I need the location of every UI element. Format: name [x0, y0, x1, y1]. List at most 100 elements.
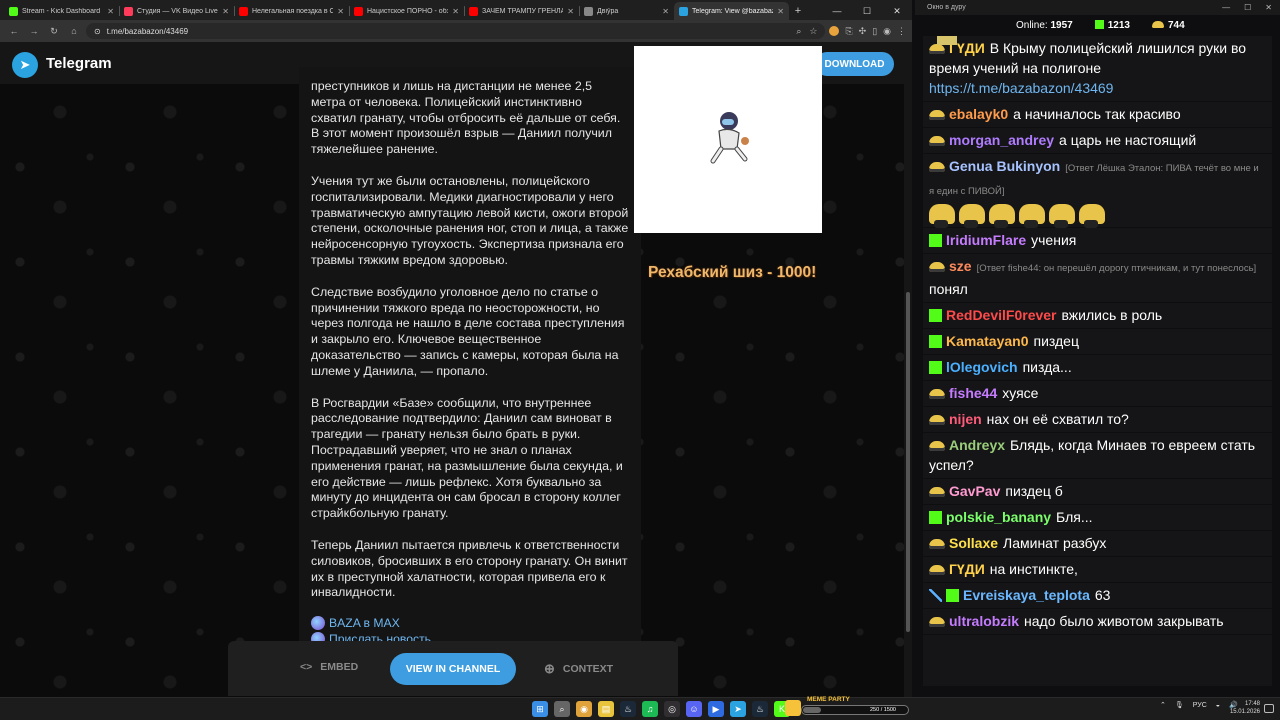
- browser-window: Stream - Kick Dashboard ✕ Студия — VK Виде…: [0, 0, 912, 697]
- banana-badge-icon: [929, 262, 945, 272]
- new-tab-button[interactable]: +: [789, 2, 807, 20]
- browser-tab[interactable]: Нацистское ПОРНО - обзор... ✕: [349, 2, 464, 20]
- chat-username[interactable]: ultralobzik: [949, 613, 1019, 629]
- obs-taskbar-icon[interactable]: ◎: [664, 701, 680, 717]
- chat-username[interactable]: GavPav: [949, 483, 1000, 499]
- chat-username[interactable]: lOlegovich: [946, 359, 1018, 375]
- running-character-sticker: [710, 111, 749, 163]
- reload-icon[interactable]: ↻: [46, 26, 62, 37]
- close-tab-icon[interactable]: ✕: [777, 7, 784, 16]
- browser-tab[interactable]: Telegram: View @bazabazon ✕: [674, 2, 789, 20]
- site-info-icon[interactable]: ⊙: [94, 27, 101, 36]
- kick-badge-icon: [929, 309, 942, 322]
- close-tab-icon[interactable]: ✕: [222, 7, 229, 16]
- embed-button[interactable]: <> EMBED: [300, 661, 358, 673]
- browser-tab[interactable]: Stream - Kick Dashboard ✕: [4, 2, 119, 20]
- home-icon[interactable]: ⌂: [66, 26, 82, 36]
- bookmark-star-icon[interactable]: ☆: [809, 26, 817, 37]
- chat-username[interactable]: IridiumFlare: [946, 232, 1026, 248]
- tab-favicon-icon: [584, 6, 593, 16]
- close-tab-icon[interactable]: ✕: [662, 7, 669, 16]
- chat-username[interactable]: Genua Bukinyon: [949, 158, 1060, 174]
- close-tab-icon[interactable]: ✕: [107, 7, 114, 16]
- chat-username[interactable]: sze: [949, 258, 972, 274]
- meme-party-count: 250 / 1500: [870, 707, 896, 713]
- chat-username[interactable]: ГҮДИ: [949, 561, 985, 577]
- partial-emote: [937, 36, 957, 45]
- forward-icon[interactable]: →: [26, 26, 42, 36]
- chrome-taskbar-icon[interactable]: ◉: [576, 701, 592, 717]
- maximize-button[interactable]: ☐: [852, 2, 882, 20]
- telegram-taskbar-icon[interactable]: ➤: [730, 701, 746, 717]
- menu-dots-icon[interactable]: ⋮: [897, 26, 906, 37]
- close-window-button[interactable]: ✕: [882, 2, 912, 20]
- chat-username[interactable]: nijen: [949, 411, 982, 427]
- chat-link[interactable]: https://t.me/bazabazon/43469: [929, 78, 1266, 98]
- banana-badge-icon: [929, 487, 945, 497]
- chat-username[interactable]: ebalayk0: [949, 106, 1008, 122]
- close-tab-icon[interactable]: ✕: [452, 7, 459, 16]
- reward-overlay-text: Рехабский шиз - 1000!: [648, 264, 817, 281]
- share-icon[interactable]: ⎘: [845, 26, 852, 37]
- player-taskbar-icon[interactable]: ▶: [708, 701, 724, 717]
- chat-username[interactable]: polskie_banany: [946, 509, 1051, 525]
- microphone-icon[interactable]: 🎙: [1175, 701, 1184, 709]
- close-tab-icon[interactable]: ✕: [567, 7, 574, 16]
- steam-2-taskbar-icon[interactable]: ♨: [752, 701, 768, 717]
- page-scrollbar[interactable]: [904, 42, 912, 697]
- browser-tab[interactable]: Студия — VK Видео Live ✕: [119, 2, 234, 20]
- minimize-button[interactable]: —: [822, 2, 852, 20]
- telegram-brand[interactable]: Telegram: [46, 55, 112, 72]
- banana-badge-icon: [929, 565, 945, 575]
- close-tab-icon[interactable]: ✕: [337, 7, 344, 16]
- chat-username[interactable]: Evreiskaya_teplota: [963, 587, 1090, 603]
- back-icon[interactable]: ←: [6, 26, 22, 36]
- chat-username[interactable]: RedDevilF0rever: [946, 307, 1057, 323]
- discord-taskbar-icon[interactable]: ☺: [686, 701, 702, 717]
- baza-max-link[interactable]: BAZA в MAX: [311, 615, 629, 631]
- tab-favicon-icon: [679, 6, 688, 16]
- code-icon: <>: [300, 661, 313, 673]
- vk-viewers: 744: [1151, 20, 1185, 31]
- maximize-button[interactable]: ☐: [1244, 3, 1251, 12]
- context-button[interactable]: ⊕ CONTEXT: [544, 661, 613, 677]
- browser-tab[interactable]: ЗАЧЕМ ТРАМПУ ГРЕНЛАНДИ...✕: [464, 2, 579, 20]
- network-icon[interactable]: ◒: [1216, 702, 1220, 709]
- chat-username[interactable]: Sollaxe: [949, 535, 998, 551]
- url-field[interactable]: ⊙ t.me/bazabazon/43469 ⌕ ☆: [86, 23, 826, 39]
- clock[interactable]: 17:48 15.01.2026: [1224, 700, 1260, 716]
- notification-icon[interactable]: [1264, 704, 1274, 713]
- extension-icon[interactable]: [829, 26, 840, 36]
- screen: { "browser": { "tabs": [ {"title": "Stre…: [0, 0, 1280, 720]
- banana-emote: [1079, 204, 1105, 228]
- view-in-channel-button[interactable]: VIEW IN CHANNEL: [390, 653, 516, 685]
- spotify-taskbar-icon[interactable]: ♫: [642, 701, 658, 717]
- profile-icon[interactable]: ◉: [883, 26, 891, 37]
- tab-favicon-icon: [124, 6, 133, 16]
- windows-taskbar-icon[interactable]: ⊞: [532, 701, 548, 717]
- chevron-up-icon[interactable]: ⌃: [1160, 701, 1166, 709]
- chat-stats: Online: 1957 1213 744: [915, 15, 1280, 35]
- close-button[interactable]: ✕: [1265, 3, 1272, 12]
- sidepanel-icon[interactable]: ▯: [872, 26, 877, 37]
- chat-message-list[interactable]: ГҮДИ В Крыму полицейский лишился руки во …: [923, 36, 1272, 686]
- browser-tab[interactable]: Двіўра ✕: [579, 2, 674, 20]
- banana-badge-icon: [929, 389, 945, 399]
- steam-taskbar-icon[interactable]: ♨: [620, 701, 636, 717]
- telegram-logo-icon[interactable]: ➤: [12, 52, 38, 78]
- extensions-puzzle-icon[interactable]: ✣: [859, 26, 867, 37]
- chat-username[interactable]: Andreyx: [949, 437, 1005, 453]
- language-indicator[interactable]: РУС: [1193, 702, 1207, 709]
- chat-username[interactable]: Kamatayan0: [946, 333, 1029, 349]
- browser-tab[interactable]: Нелегальная поездка в Сир...✕: [234, 2, 349, 20]
- files-taskbar-icon[interactable]: ▤: [598, 701, 614, 717]
- search-taskbar-icon[interactable]: ⌕: [554, 701, 570, 717]
- chat-username[interactable]: morgan_andrey: [949, 132, 1054, 148]
- minimize-button[interactable]: —: [1222, 3, 1230, 12]
- zoom-icon[interactable]: ⌕: [796, 26, 801, 37]
- chat-message: Andreyx Блядь, когда Минаев то евреем ста…: [923, 433, 1272, 479]
- chat-username[interactable]: fishe44: [949, 385, 997, 401]
- chat-text: хуясе: [1002, 385, 1039, 401]
- download-button[interactable]: DOWNLOAD: [815, 52, 894, 76]
- scroll-thumb[interactable]: [906, 292, 910, 632]
